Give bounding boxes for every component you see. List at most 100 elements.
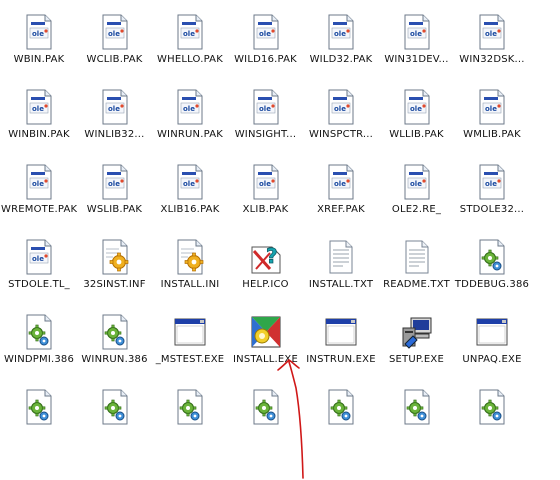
file-item[interactable]: MSDETSTF... bbox=[228, 389, 304, 430]
file-item[interactable]: ole WMLIB.PAK bbox=[454, 89, 530, 151]
file-name-label: WINDPMI.386 bbox=[3, 354, 75, 365]
file-item[interactable]: ole OLE2.RE_ bbox=[379, 164, 455, 226]
file-name-label: WSLIB.PAK bbox=[86, 204, 143, 215]
file-name-label: WILD16.PAK bbox=[234, 54, 297, 65]
file-item[interactable]: ole XLIB.PAK bbox=[228, 164, 304, 226]
svg-text:ole: ole bbox=[32, 255, 44, 263]
file-name-label: 32SINST.INF bbox=[83, 279, 146, 290]
svg-text:ole: ole bbox=[485, 105, 497, 113]
file-name-label: INSTRUN.EXE bbox=[306, 354, 376, 365]
pak-file-icon: ole bbox=[250, 89, 282, 125]
file-item[interactable]: ole WINSPCTR... bbox=[303, 89, 379, 151]
file-name-label: XREF.PAK bbox=[317, 204, 365, 215]
text-file-icon bbox=[401, 239, 433, 275]
file-name-label: SETUP.EXE bbox=[388, 354, 445, 365]
file-item[interactable]: ole WILD16.PAK bbox=[228, 14, 304, 76]
svg-text:ole: ole bbox=[183, 30, 195, 38]
file-name-label: WMLIB.PAK bbox=[463, 129, 521, 140]
file-item[interactable]: INSTRUN.EXE bbox=[303, 314, 379, 376]
file-icon-view: ole WBIN.PAK ole WCLIB.PAK ole WHELLO.PAK ole W… bbox=[0, 0, 560, 430]
file-item[interactable]: UNPAQ.EXE bbox=[454, 314, 530, 376]
file-item[interactable]: MSCOMSTF... bbox=[77, 389, 153, 430]
file-name-label: HELP.ICO bbox=[242, 279, 289, 290]
svg-text:ole: ole bbox=[334, 180, 346, 188]
file-item[interactable]: SETUP.EXE bbox=[379, 314, 455, 376]
file-item[interactable]: ole WIN32DSK... bbox=[454, 14, 530, 76]
pak-file-icon: ole bbox=[476, 89, 508, 125]
file-name-label: OLE2.RE_ bbox=[391, 204, 442, 215]
file-name-label: WINSIGHT... bbox=[234, 129, 297, 140]
file-name-label: INSTALL.TXT bbox=[308, 279, 374, 290]
file-name-label: INTURP.DLL bbox=[1, 429, 77, 430]
file-item[interactable]: ole WINBIN.PAK bbox=[1, 89, 77, 151]
system-file-icon bbox=[476, 239, 508, 275]
setup-exe-icon bbox=[401, 314, 433, 350]
system-file-icon bbox=[99, 389, 131, 425]
file-item[interactable]: ole WBIN.PAK bbox=[1, 14, 77, 76]
file-name-label: WINBIN.PAK bbox=[8, 129, 70, 140]
file-item[interactable]: MSUILSTF... bbox=[454, 389, 530, 430]
file-item[interactable]: ole WINRUN.PAK bbox=[152, 89, 228, 151]
file-item[interactable]: INSTALL.EXE bbox=[228, 314, 304, 376]
file-item[interactable]: ole WLLIB.PAK bbox=[379, 89, 455, 151]
file-name-label: MSDETSTF... bbox=[228, 429, 304, 430]
pak-file-icon: ole bbox=[23, 14, 55, 50]
file-name-label: MSINSSTF... bbox=[303, 429, 379, 430]
file-item[interactable]: MSCUISTF... bbox=[152, 389, 228, 430]
pak-file-icon: ole bbox=[23, 239, 55, 275]
file-item[interactable]: ole WINLIB32... bbox=[77, 89, 153, 151]
file-name-label: MSCUISTF... bbox=[152, 429, 228, 430]
pak-file-icon: ole bbox=[476, 164, 508, 200]
svg-text:ole: ole bbox=[108, 105, 120, 113]
file-name-label: TDDEBUG.386 bbox=[454, 279, 530, 290]
file-item[interactable]: ole STDOLE.TL_ bbox=[1, 239, 77, 301]
file-name-label: UNPAQ.EXE bbox=[462, 354, 522, 365]
system-file-icon bbox=[23, 314, 55, 350]
system-file-icon bbox=[476, 389, 508, 425]
file-item[interactable]: ole WINSIGHT... bbox=[228, 89, 304, 151]
file-item[interactable]: ole STDOLE32... bbox=[454, 164, 530, 226]
file-item[interactable]: INSTALL.TXT bbox=[303, 239, 379, 301]
file-item[interactable]: ole WREMOTE.PAK bbox=[1, 164, 77, 226]
file-name-label: XLIB.PAK bbox=[242, 204, 289, 215]
config-file-icon bbox=[174, 239, 206, 275]
file-item[interactable]: MSSHLSTF... bbox=[379, 389, 455, 430]
svg-text:ole: ole bbox=[485, 30, 497, 38]
file-item[interactable]: MSINSSTF... bbox=[303, 389, 379, 430]
svg-text:ole: ole bbox=[183, 105, 195, 113]
file-item[interactable]: ole WSLIB.PAK bbox=[77, 164, 153, 226]
file-item[interactable]: _MSTEST.EXE bbox=[152, 314, 228, 376]
pak-file-icon: ole bbox=[250, 164, 282, 200]
file-item[interactable]: TDDEBUG.386 bbox=[454, 239, 530, 301]
pak-file-icon: ole bbox=[23, 89, 55, 125]
file-item[interactable]: ole WILD32.PAK bbox=[303, 14, 379, 76]
file-item[interactable]: ? HELP.ICO bbox=[228, 239, 304, 301]
svg-text:?: ? bbox=[266, 244, 278, 268]
file-item[interactable]: ole XLIB16.PAK bbox=[152, 164, 228, 226]
file-item[interactable]: WINRUN.386 bbox=[77, 314, 153, 376]
file-name-label: MSSHLSTF... bbox=[379, 429, 455, 430]
file-item[interactable]: ole WCLIB.PAK bbox=[77, 14, 153, 76]
svg-text:ole: ole bbox=[334, 105, 346, 113]
file-item[interactable]: README.TXT bbox=[379, 239, 455, 301]
pak-file-icon: ole bbox=[325, 164, 357, 200]
file-item[interactable]: ole WHELLO.PAK bbox=[152, 14, 228, 76]
file-item[interactable]: 32SINST.INF bbox=[77, 239, 153, 301]
file-item[interactable]: ole WIN31DEV... bbox=[379, 14, 455, 76]
file-name-label: STDOLE32... bbox=[459, 204, 525, 215]
pak-file-icon: ole bbox=[401, 14, 433, 50]
file-name-label: WBIN.PAK bbox=[13, 54, 65, 65]
exe-window-icon bbox=[174, 314, 206, 350]
file-item[interactable]: ole XREF.PAK bbox=[303, 164, 379, 226]
file-item[interactable]: INTURP.DLL bbox=[1, 389, 77, 430]
file-name-label: MSCOMSTF... bbox=[77, 429, 153, 430]
file-name-label: _MSTEST.EXE bbox=[155, 354, 225, 365]
svg-text:ole: ole bbox=[485, 180, 497, 188]
system-file-icon bbox=[99, 314, 131, 350]
file-name-label: WIN32DSK... bbox=[459, 54, 525, 65]
file-item[interactable]: WINDPMI.386 bbox=[1, 314, 77, 376]
svg-text:ole: ole bbox=[108, 30, 120, 38]
file-name-label: WINRUN.PAK bbox=[156, 129, 224, 140]
file-item[interactable]: INSTALL.INI bbox=[152, 239, 228, 301]
file-name-label: WCLIB.PAK bbox=[86, 54, 143, 65]
